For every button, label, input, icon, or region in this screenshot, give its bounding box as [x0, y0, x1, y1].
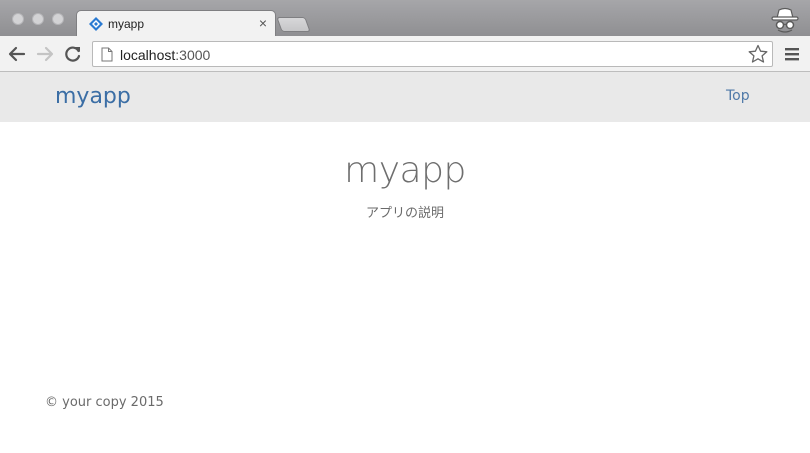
star-icon[interactable]	[748, 44, 768, 64]
new-tab-button[interactable]	[276, 17, 311, 32]
window-minimize-button[interactable]	[32, 13, 44, 25]
page-title: myapp	[344, 150, 466, 191]
window-zoom-button[interactable]	[52, 13, 64, 25]
favicon-icon	[89, 17, 103, 31]
reload-icon[interactable]	[64, 45, 82, 63]
address-bar[interactable]: localhost:3000	[92, 41, 773, 67]
brand-link[interactable]: myapp	[55, 84, 131, 109]
page-subtitle: アプリの説明	[365, 206, 444, 221]
browser-tab-strip: myapp ×	[0, 0, 810, 36]
window-close-button[interactable]	[12, 13, 24, 25]
address-port: :3000	[175, 47, 211, 63]
nav-link-top[interactable]: Top	[726, 88, 750, 104]
browser-tab-active[interactable]: myapp ×	[76, 10, 276, 36]
hamburger-menu-icon[interactable]	[784, 45, 800, 63]
address-text[interactable]: localhost:3000	[120, 47, 210, 63]
tab-close-icon[interactable]: ×	[259, 15, 267, 31]
site-navbar: myapp Top	[0, 72, 810, 122]
address-host: localhost	[120, 47, 176, 63]
browser-toolbar: localhost:3000	[0, 36, 810, 72]
incognito-icon	[771, 7, 799, 33]
footer-copyright: © your copy 2015	[45, 395, 164, 410]
forward-arrow-icon[interactable]	[36, 45, 54, 63]
page-icon	[101, 47, 113, 62]
tab-title: myapp	[108, 17, 145, 31]
back-arrow-icon[interactable]	[8, 45, 26, 63]
